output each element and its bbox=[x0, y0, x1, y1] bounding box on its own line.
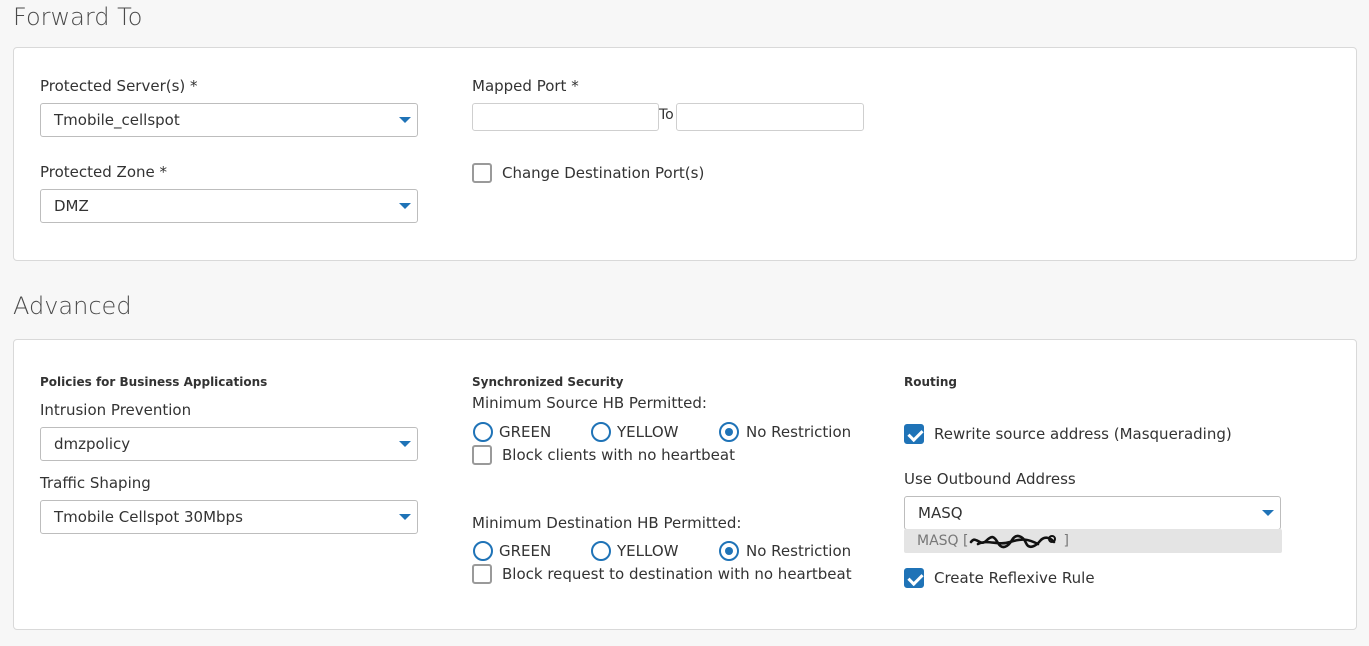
mapped-port-from-input[interactable] bbox=[472, 103, 659, 131]
min-source-green-radio[interactable] bbox=[473, 422, 493, 442]
advanced-title: Advanced bbox=[13, 292, 132, 320]
protected-zone-select[interactable]: DMZ bbox=[40, 189, 418, 223]
chevron-down-icon bbox=[399, 514, 411, 520]
chevron-down-icon bbox=[399, 441, 411, 447]
chevron-down-icon bbox=[399, 203, 411, 209]
rewrite-source-label: Rewrite source address (Masquerading) bbox=[934, 425, 1232, 443]
min-source-yellow-label: YELLOW bbox=[617, 423, 679, 441]
block-clients-label: Block clients with no heartbeat bbox=[502, 446, 735, 464]
forward-to-title: Forward To bbox=[13, 3, 143, 31]
rewrite-source-checkbox[interactable] bbox=[904, 424, 924, 444]
redacted-scribble-icon bbox=[970, 534, 1057, 549]
block-clients-checkbox[interactable] bbox=[472, 445, 492, 465]
traffic-shaping-value: Tmobile Cellspot 30Mbps bbox=[54, 508, 243, 526]
routing-title: Routing bbox=[904, 375, 958, 389]
advanced-panel: Policies for Business Applications Intru… bbox=[13, 339, 1357, 630]
create-reflexive-rule-label: Create Reflexive Rule bbox=[934, 569, 1095, 587]
mapped-port-label: Mapped Port * bbox=[472, 77, 579, 95]
traffic-shaping-label: Traffic Shaping bbox=[40, 474, 151, 492]
block-request-checkbox[interactable] bbox=[472, 564, 492, 584]
protected-servers-select[interactable]: Tmobile_cellspot bbox=[40, 103, 418, 137]
protected-zone-value: DMZ bbox=[54, 197, 89, 215]
block-request-label: Block request to destination with no hea… bbox=[502, 565, 852, 583]
min-source-no-restriction-radio[interactable] bbox=[719, 422, 739, 442]
min-destination-yellow-radio[interactable] bbox=[591, 541, 611, 561]
protected-zone-label: Protected Zone * bbox=[40, 163, 168, 181]
forward-to-panel: Protected Server(s) * Tmobile_cellspot P… bbox=[13, 47, 1357, 261]
outbound-address-value: MASQ bbox=[918, 504, 963, 522]
outbound-address-option-text: MASQ [ bbox=[917, 533, 969, 549]
min-source-green-label: GREEN bbox=[499, 423, 552, 441]
outbound-address-label: Use Outbound Address bbox=[904, 470, 1076, 488]
min-destination-hb-label: Minimum Destination HB Permitted: bbox=[472, 514, 742, 532]
min-source-yellow-radio[interactable] bbox=[591, 422, 611, 442]
intrusion-prevention-select[interactable]: dmzpolicy bbox=[40, 427, 418, 461]
chevron-down-icon bbox=[1262, 510, 1274, 516]
change-destination-port-checkbox[interactable] bbox=[472, 163, 492, 183]
intrusion-prevention-label: Intrusion Prevention bbox=[40, 401, 192, 419]
intrusion-prevention-value: dmzpolicy bbox=[54, 435, 131, 453]
min-destination-green-radio[interactable] bbox=[473, 541, 493, 561]
min-destination-no-restriction-label: No Restriction bbox=[746, 542, 852, 560]
min-source-hb-label: Minimum Source HB Permitted: bbox=[472, 394, 707, 412]
min-destination-no-restriction-radio[interactable] bbox=[719, 541, 739, 561]
create-reflexive-rule-checkbox[interactable] bbox=[904, 568, 924, 588]
min-destination-yellow-label: YELLOW bbox=[617, 542, 679, 560]
outbound-address-option-end: ] bbox=[1063, 533, 1069, 549]
outbound-address-option[interactable]: MASQ [ ] bbox=[904, 529, 1282, 553]
change-destination-port-label: Change Destination Port(s) bbox=[502, 164, 705, 182]
protected-servers-value: Tmobile_cellspot bbox=[54, 111, 180, 129]
outbound-address-select[interactable]: MASQ bbox=[904, 496, 1281, 530]
sync-security-title: Synchronized Security bbox=[472, 375, 624, 389]
protected-servers-label: Protected Server(s) * bbox=[40, 77, 198, 95]
policies-title: Policies for Business Applications bbox=[40, 375, 268, 389]
min-destination-green-label: GREEN bbox=[499, 542, 552, 560]
chevron-down-icon bbox=[399, 117, 411, 123]
traffic-shaping-select[interactable]: Tmobile Cellspot 30Mbps bbox=[40, 500, 418, 534]
mapped-port-to-label: To bbox=[659, 107, 674, 123]
min-source-no-restriction-label: No Restriction bbox=[746, 423, 852, 441]
mapped-port-to-input[interactable] bbox=[676, 103, 864, 131]
